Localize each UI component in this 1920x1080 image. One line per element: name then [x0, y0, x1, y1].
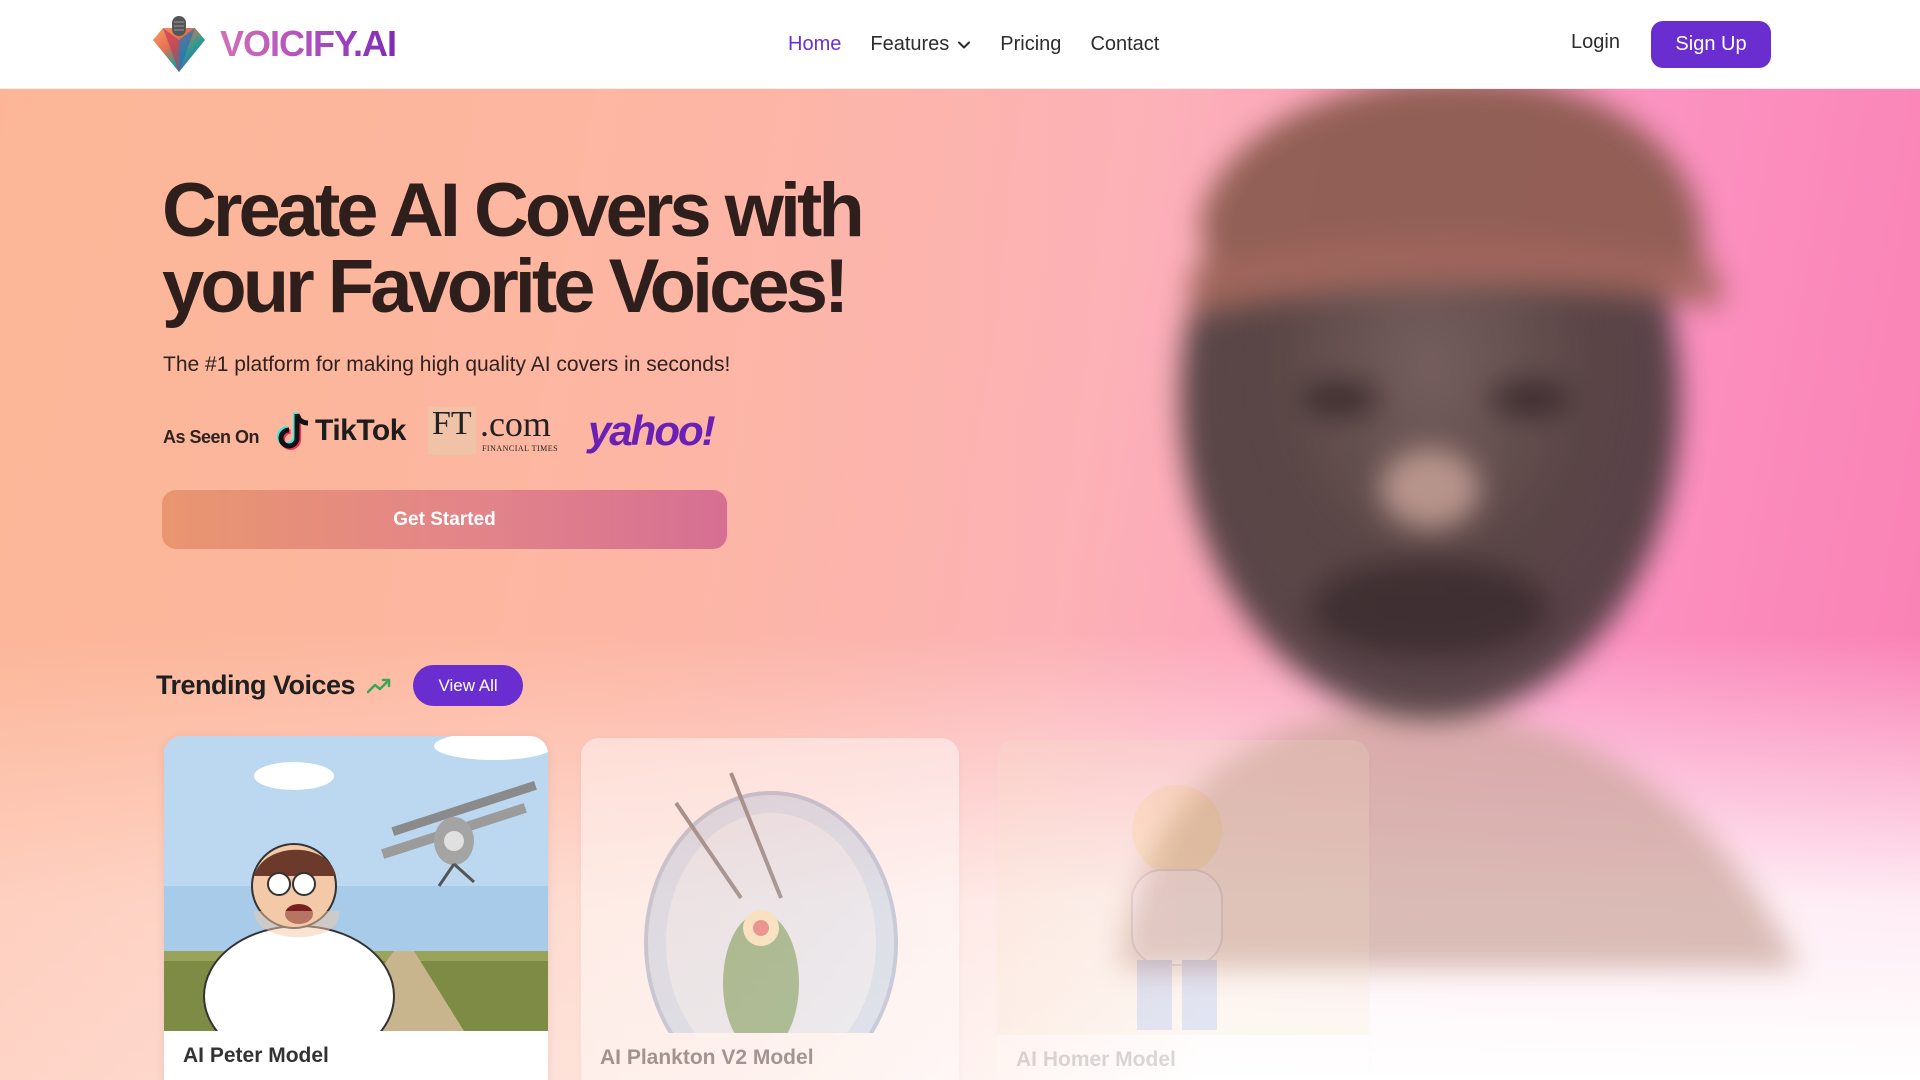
voice-card-image — [581, 738, 959, 1033]
tiktok-note-icon — [277, 412, 309, 450]
voice-card-title: AI Plankton V2 Model — [600, 1046, 814, 1069]
brand-name: VOICIFY.AI — [220, 23, 397, 64]
yahoo-logo: yahoo! — [587, 407, 716, 454]
get-started-button[interactable]: Get Started — [162, 490, 727, 549]
top-navbar: VOICIFY.AI Home Features Pricing Contact… — [0, 0, 1920, 89]
homer-illustration — [997, 740, 1369, 1035]
as-seen-on-row: As Seen On TikTok FT .com FINANCIAL TIME… — [163, 404, 716, 455]
trending-up-icon — [367, 678, 391, 693]
tiktok-logo: TikTok — [277, 412, 406, 450]
nav-home[interactable]: Home — [788, 33, 841, 56]
ft-dotcom: .com — [479, 404, 551, 444]
hero-subhead: The #1 platform for making high quality … — [163, 353, 731, 376]
chevron-down-icon — [958, 41, 971, 48]
tiktok-wordmark: TikTok — [315, 414, 406, 447]
voice-card-plankton[interactable]: AI Plankton V2 Model — [581, 738, 959, 1080]
nav-features[interactable]: Features — [870, 33, 971, 56]
voice-card-peter[interactable]: AI Peter Model — [164, 736, 548, 1080]
voice-card-title: AI Homer Model — [1016, 1048, 1176, 1071]
voice-card-image — [997, 740, 1369, 1035]
nav-features-label: Features — [870, 33, 950, 55]
voice-card-homer[interactable]: AI Homer Model — [997, 740, 1369, 1080]
ft-subtitle: FINANCIAL TIMES — [481, 444, 559, 453]
nav-contact[interactable]: Contact — [1090, 33, 1159, 56]
ft-com-logo: FT .com FINANCIAL TIMES — [427, 404, 562, 455]
ft-letters: FT — [431, 405, 472, 442]
nav-pricing[interactable]: Pricing — [1000, 33, 1061, 56]
brand-logo[interactable]: VOICIFY.AI — [150, 14, 397, 74]
hero-headline: Create AI Covers with your Favorite Voic… — [162, 168, 865, 329]
plankton-illustration — [581, 738, 959, 1033]
trending-title: Trending Voices — [156, 670, 356, 700]
sign-up-button[interactable]: Sign Up — [1651, 21, 1771, 68]
main-nav: Home Features Pricing Contact — [788, 0, 1159, 89]
voice-card-title: AI Peter Model — [183, 1044, 329, 1067]
as-seen-on-label: As Seen On — [163, 426, 260, 447]
voice-card-image — [164, 736, 548, 1031]
hero-section: Create AI Covers with your Favorite Voic… — [0, 89, 1920, 1080]
microphone-gem-icon — [153, 16, 205, 72]
trending-header: Trending Voices View All — [156, 665, 524, 706]
peter-illustration — [164, 736, 548, 1031]
login-link[interactable]: Login — [1571, 31, 1620, 54]
view-all-button[interactable]: View All — [413, 665, 524, 706]
